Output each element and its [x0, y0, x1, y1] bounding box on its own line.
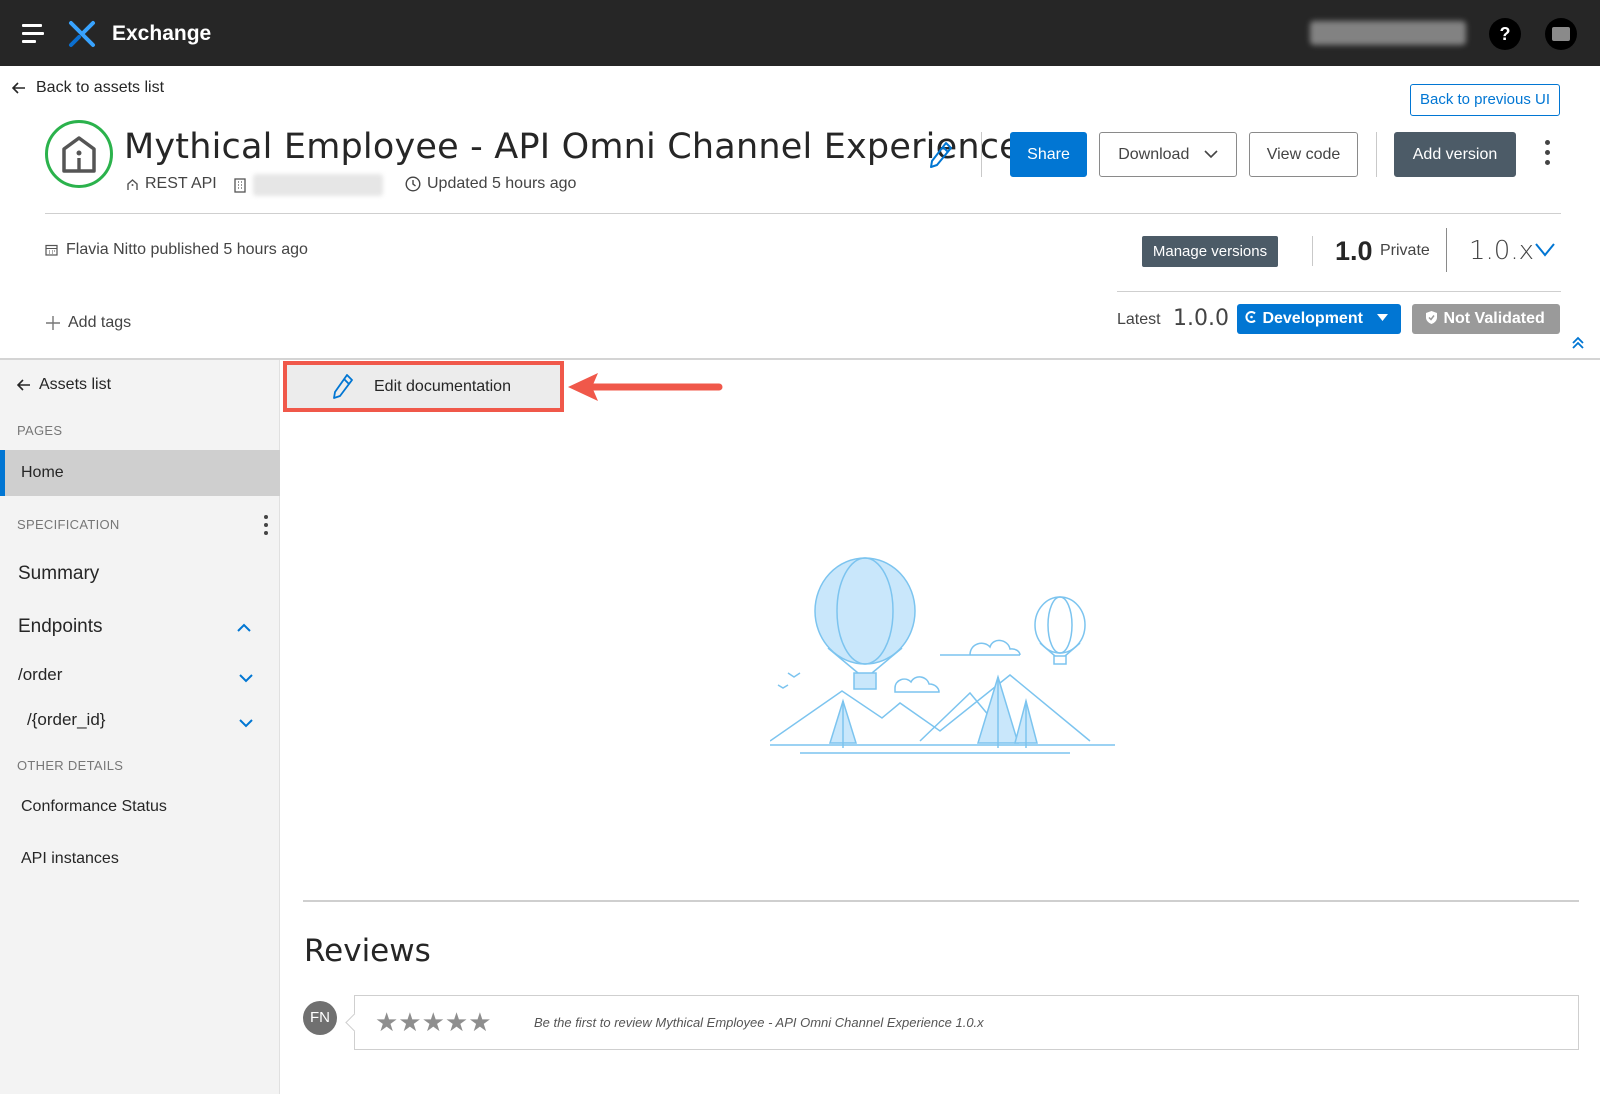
- lifecycle-state-dropdown[interactable]: Development: [1237, 304, 1401, 334]
- asset-type: REST API: [126, 175, 217, 193]
- edit-title-pencil-icon[interactable]: [928, 140, 954, 170]
- calendar-icon: [45, 244, 58, 256]
- specification-section-header: SPECIFICATION: [17, 517, 120, 532]
- sidebar-item-order-id[interactable]: /{order_id}: [27, 710, 227, 730]
- sidebar-item-conformance-status[interactable]: Conformance Status: [21, 798, 261, 816]
- chevron-down-icon[interactable]: [239, 718, 253, 728]
- assets-list-link[interactable]: Assets list: [17, 376, 297, 394]
- lifecycle-label: Development: [1262, 310, 1363, 327]
- review-prompt: Be the first to review Mythical Employee…: [534, 1015, 984, 1030]
- back-to-assets-label: Back to assets list: [36, 79, 165, 96]
- caret-down-icon: [1377, 314, 1389, 321]
- download-button[interactable]: Download: [1099, 132, 1237, 177]
- chevron-down-icon[interactable]: [239, 673, 253, 683]
- asset-type-label: REST API: [145, 175, 217, 192]
- arrow-left-icon: [17, 379, 30, 391]
- star-rating[interactable]: ★★★★★: [375, 1009, 492, 1035]
- pencil-icon: [333, 374, 353, 399]
- download-label: Download: [1118, 146, 1190, 163]
- profile-avatar[interactable]: [1545, 18, 1577, 50]
- chevron-down-icon: [1204, 150, 1218, 159]
- lifecycle-icon: [1245, 311, 1256, 323]
- plus-icon: [46, 316, 60, 330]
- assets-list-label: Assets list: [39, 376, 112, 393]
- version-chevron-down-icon[interactable]: [1534, 242, 1556, 258]
- latest-version: 1.0.0: [1173, 306, 1229, 331]
- version-separator: [1312, 236, 1313, 266]
- other-details-section-header: OTHER DETAILS: [17, 758, 124, 773]
- header-divider: [45, 213, 1561, 214]
- add-tags-label: Add tags: [68, 314, 132, 331]
- validation-badge: Not Validated: [1412, 304, 1560, 334]
- annotation-arrow-icon: [568, 373, 723, 401]
- view-code-button[interactable]: View code: [1249, 132, 1358, 177]
- sidebar-item-home[interactable]: Home: [0, 450, 280, 496]
- clock-icon: [405, 176, 421, 192]
- menu-icon[interactable]: [22, 24, 44, 44]
- add-tags-button[interactable]: Add tags: [46, 314, 131, 332]
- api-icon: [127, 178, 138, 190]
- review-input[interactable]: ★★★★★ Be the first to review Mythical Em…: [354, 995, 1579, 1050]
- published-info: Flavia Nitto published 5 hours ago: [45, 241, 308, 259]
- sidebar-item-endpoints[interactable]: Endpoints: [18, 616, 258, 638]
- updated-label: Updated 5 hours ago: [427, 175, 577, 192]
- add-version-button[interactable]: Add version: [1394, 132, 1516, 177]
- edit-documentation-label: Edit documentation: [374, 378, 511, 395]
- edit-documentation-button[interactable]: Edit documentation: [283, 361, 564, 412]
- back-to-assets-link[interactable]: Back to assets list: [12, 79, 164, 97]
- manage-versions-button[interactable]: Manage versions: [1142, 236, 1278, 267]
- latest-label: Latest: [1117, 311, 1161, 328]
- empty-state-illustration: [770, 557, 1115, 754]
- reviews-title: Reviews: [304, 933, 431, 969]
- organization-name-redacted: [253, 174, 383, 196]
- arrow-left-icon: [12, 82, 25, 94]
- more-options-icon[interactable]: [1543, 140, 1551, 168]
- header-separator: [1376, 132, 1377, 177]
- specification-options-icon[interactable]: [263, 515, 269, 539]
- shield-icon: [1426, 311, 1437, 324]
- organization-icon: [234, 178, 246, 193]
- version-number: 1.0: [1335, 236, 1373, 266]
- user-name-redacted: [1310, 21, 1466, 45]
- app-title: Exchange: [112, 22, 212, 45]
- exchange-logo-icon: [69, 21, 95, 47]
- header-separator: [981, 132, 982, 177]
- asset-title: Mythical Employee - API Omni Channel Exp…: [124, 127, 1021, 167]
- visibility-label: Private: [1380, 242, 1430, 259]
- pages-section-header: PAGES: [17, 423, 63, 438]
- sidebar-item-api-instances[interactable]: API instances: [21, 850, 261, 868]
- collapse-header-icon[interactable]: [1571, 336, 1585, 350]
- chevron-up-icon[interactable]: [237, 623, 251, 633]
- reviews-divider: [303, 900, 1579, 902]
- asset-logo: [45, 120, 113, 188]
- top-bar: Exchange ?: [0, 0, 1600, 66]
- sidebar: Assets list PAGES Home SPECIFICATION Sum…: [0, 360, 280, 1094]
- sidebar-item-order[interactable]: /order: [18, 665, 218, 685]
- reviewer-avatar: FN: [303, 1001, 337, 1035]
- version-separator: [1446, 228, 1447, 272]
- share-button[interactable]: Share: [1010, 132, 1087, 177]
- version-divider: [1117, 291, 1561, 292]
- version-range-select[interactable]: 1.0.x: [1469, 236, 1534, 266]
- sidebar-item-summary[interactable]: Summary: [18, 563, 258, 585]
- validation-label: Not Validated: [1443, 310, 1545, 327]
- house-icon: [62, 136, 96, 173]
- help-icon[interactable]: ?: [1489, 18, 1521, 50]
- published-label: Flavia Nitto published 5 hours ago: [66, 241, 308, 258]
- back-to-previous-ui-button[interactable]: Back to previous UI: [1410, 84, 1560, 116]
- updated-info: Updated 5 hours ago: [405, 175, 576, 193]
